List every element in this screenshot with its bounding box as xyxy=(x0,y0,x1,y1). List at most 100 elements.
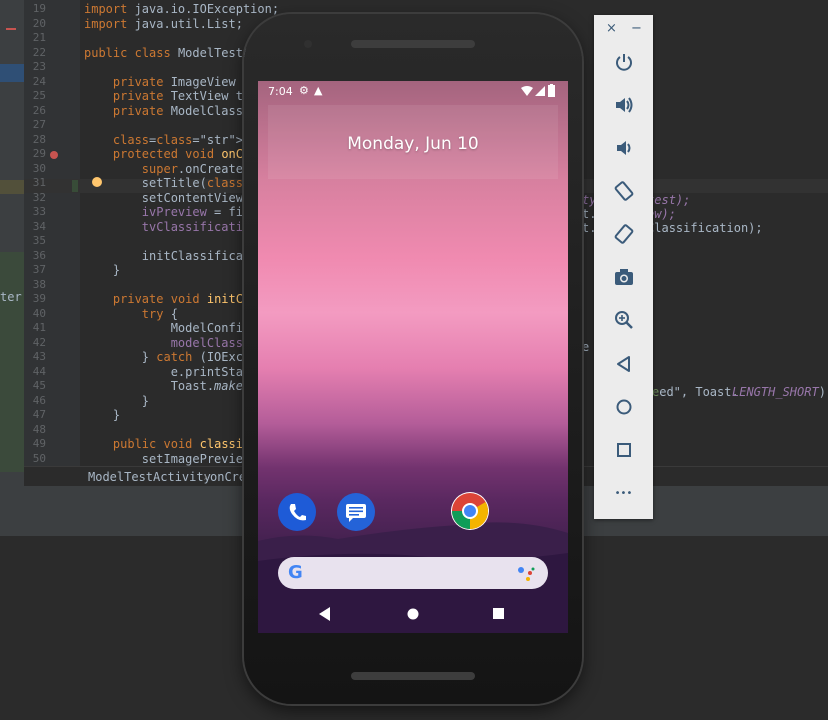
code-line[interactable]: super.onCreate(s xyxy=(84,162,258,176)
line-number: 49 xyxy=(32,437,46,450)
home-icon xyxy=(616,399,631,415)
phone-app-icon[interactable] xyxy=(278,493,316,531)
device-screen[interactable]: 7:04 ⚙ ▲ Monday, Jun 10 G xyxy=(258,81,568,633)
google-search-bar[interactable]: G xyxy=(278,557,548,589)
code-line[interactable]: private ImageView iv xyxy=(84,75,258,89)
messages-app-icon[interactable] xyxy=(337,493,375,531)
code-line[interactable]: initClassificati xyxy=(84,249,258,263)
power-button[interactable] xyxy=(594,44,653,80)
code-line[interactable]: tvClassification xyxy=(84,220,258,234)
code-line[interactable]: public class ModelTestAc xyxy=(84,46,257,60)
line-number: 38 xyxy=(32,277,46,291)
breadcrumb-method[interactable]: onCre xyxy=(210,470,246,484)
line-number: 47 xyxy=(32,408,46,421)
home-button[interactable] xyxy=(594,389,653,425)
line-number: 40 xyxy=(32,306,46,320)
rotate-right-button[interactable] xyxy=(594,216,653,252)
zoom-icon xyxy=(614,311,633,329)
code-line[interactable]: } xyxy=(84,394,149,408)
line-number: 26 xyxy=(32,103,46,117)
rotate-left-button[interactable] xyxy=(594,173,653,209)
back-icon xyxy=(616,356,630,372)
volume-up-icon xyxy=(615,97,632,113)
front-camera xyxy=(304,40,312,48)
home-nav-icon[interactable] xyxy=(407,608,419,620)
code-line[interactable]: setImagePreview xyxy=(84,452,250,466)
top-speaker xyxy=(351,40,475,48)
screenshot-button[interactable] xyxy=(594,259,653,295)
code-fragment: LENGTH_SHORT).s xyxy=(732,385,828,399)
minimize-icon[interactable]: − xyxy=(631,21,642,36)
override-icon[interactable] xyxy=(50,151,58,159)
line-number: 31 xyxy=(32,176,46,189)
line-number: 45 xyxy=(32,379,46,392)
code-line[interactable]: } xyxy=(84,408,120,422)
line-number: 43 xyxy=(32,350,46,363)
code-line[interactable]: import java.io.IOException; xyxy=(84,2,279,16)
tool-window-strip: ter xyxy=(0,0,24,486)
navigation-bar xyxy=(258,597,568,633)
error-marker xyxy=(6,28,16,30)
line-number: 24 xyxy=(32,74,46,88)
code-line[interactable]: setContentView(R xyxy=(84,191,258,205)
line-number: 33 xyxy=(32,205,46,218)
line-number: 34 xyxy=(32,219,46,233)
volume-down-button[interactable] xyxy=(594,130,653,166)
emulator-toolbar: × − ••• xyxy=(594,15,653,519)
line-number: 27 xyxy=(32,118,46,131)
chrome-app-icon[interactable] xyxy=(451,492,489,530)
line-number: 48 xyxy=(32,422,46,436)
assistant-mic-icon[interactable] xyxy=(516,565,536,583)
code-line[interactable]: public void classify xyxy=(84,437,258,451)
code-line[interactable]: e.printStack xyxy=(84,365,258,379)
google-logo-icon: G xyxy=(288,562,303,583)
wifi-icon xyxy=(521,86,533,96)
rotate-left-icon xyxy=(614,181,633,201)
power-icon xyxy=(615,54,632,71)
code-line[interactable]: Toast.makeTe xyxy=(84,379,258,393)
line-number: 29 xyxy=(32,147,46,160)
breadcrumb-class[interactable]: ModelTestActivity xyxy=(88,470,211,484)
rotate-right-icon xyxy=(614,224,633,244)
status-bar: 7:04 ⚙ ▲ xyxy=(258,81,568,101)
back-button[interactable] xyxy=(594,346,653,382)
line-number: 22 xyxy=(32,45,46,59)
code-line[interactable]: protected void onCrea xyxy=(84,147,265,161)
breadcrumb-separator: › xyxy=(202,470,210,484)
line-number: 41 xyxy=(32,321,46,334)
strip-panel xyxy=(0,252,24,472)
android-emulator-device: 7:04 ⚙ ▲ Monday, Jun 10 G xyxy=(244,14,582,704)
strip-selected[interactable] xyxy=(0,64,24,82)
signal-icon xyxy=(535,86,545,96)
code-line[interactable]: modelClassi xyxy=(84,336,250,350)
back-nav-icon[interactable] xyxy=(319,607,331,621)
code-line[interactable]: private void initCla xyxy=(84,292,258,306)
zoom-button[interactable] xyxy=(594,302,653,338)
code-line[interactable]: } catch (IOExcept xyxy=(84,350,265,364)
code-line[interactable]: private ModelClassif xyxy=(84,104,258,118)
close-icon[interactable]: × xyxy=(606,21,617,36)
code-line[interactable]: import java.util.List; xyxy=(84,17,243,31)
line-number: 21 xyxy=(32,31,46,44)
code-fragment: eed", Toast. xyxy=(652,385,739,399)
code-line[interactable]: try { xyxy=(84,307,178,321)
bottom-speaker xyxy=(351,672,475,680)
side-label: ter xyxy=(0,290,22,304)
overview-button[interactable] xyxy=(594,432,653,468)
camera-icon xyxy=(614,269,633,285)
volume-up-button[interactable] xyxy=(594,87,653,123)
line-number: 39 xyxy=(32,292,46,305)
code-line[interactable]: ivPreview = find xyxy=(84,205,258,219)
line-number: 19 xyxy=(32,2,46,15)
code-line[interactable]: ModelConfig xyxy=(84,321,250,335)
strip-warning xyxy=(0,180,24,194)
more-options-button[interactable]: ••• xyxy=(594,475,653,511)
line-number: 23 xyxy=(32,60,46,73)
lightbulb-icon[interactable] xyxy=(92,177,102,187)
status-clock: 7:04 xyxy=(268,85,293,98)
line-number: 25 xyxy=(32,89,46,102)
overview-nav-icon[interactable] xyxy=(493,608,505,620)
code-line[interactable]: private TextView tvC xyxy=(84,89,258,103)
code-line[interactable]: } xyxy=(84,263,120,277)
date-widget[interactable]: Monday, Jun 10 xyxy=(268,105,558,179)
